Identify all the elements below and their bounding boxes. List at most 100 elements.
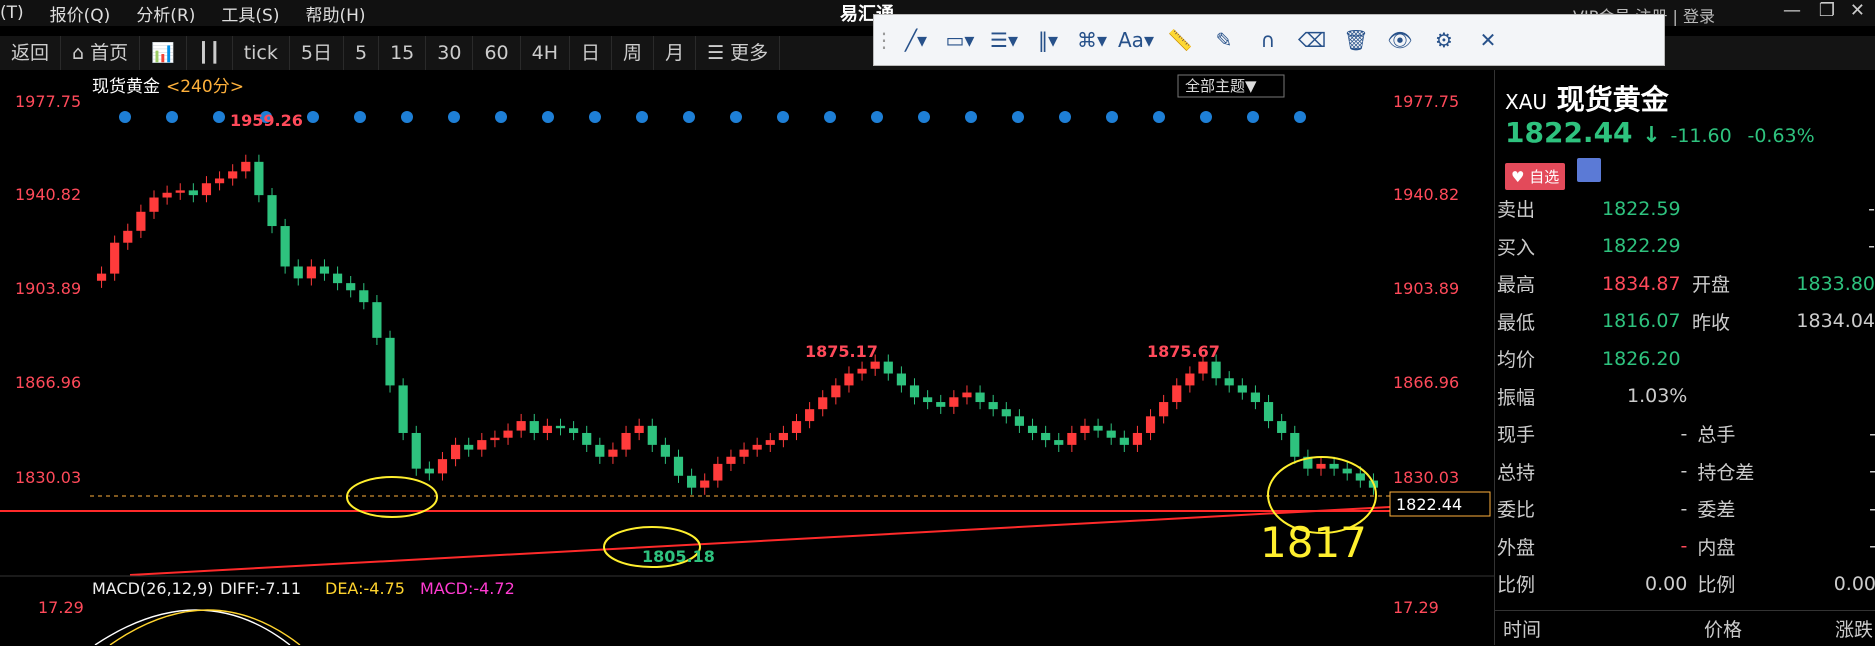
toolbar-week[interactable]: 周 [612, 36, 655, 70]
toolbar-4h[interactable]: 4H [521, 36, 571, 70]
eye-icon[interactable]: 👁 [1381, 21, 1419, 59]
pattern-icon[interactable]: ⌘▾ [1073, 21, 1111, 59]
eraser-icon[interactable]: ⌫ [1293, 21, 1331, 59]
close-icon[interactable]: ✕ [1469, 21, 1507, 59]
candle-body [595, 444, 605, 457]
menu-item-help[interactable]: 帮助(H) [305, 1, 365, 26]
candlestick-chart[interactable]: 现货黄金 <240分> 全部主题▼ 1977.75 1940.82 1903.8… [0, 70, 1494, 645]
event-dot[interactable] [166, 111, 178, 123]
event-dot[interactable] [918, 111, 930, 123]
event-dot[interactable] [448, 111, 460, 123]
window-close-icon[interactable]: ✕ [1850, 0, 1865, 21]
candle-body [1014, 416, 1025, 426]
candle-body [726, 456, 736, 464]
magnet-icon[interactable]: ∩ [1249, 21, 1287, 59]
pen-icon[interactable]: ✎ [1205, 21, 1243, 59]
candle-body [1198, 361, 1208, 374]
event-dot[interactable] [965, 111, 977, 123]
candle-body [857, 368, 867, 374]
trash-icon[interactable]: 🗑 [1337, 21, 1375, 59]
event-dot[interactable] [542, 111, 554, 123]
line-icon[interactable]: ╱▾ [897, 21, 935, 59]
event-dot[interactable] [636, 111, 648, 123]
toolbar-month[interactable]: 月 [654, 36, 697, 70]
candle-body [608, 449, 618, 457]
menu-item-tools[interactable]: 工具(S) [221, 1, 279, 26]
event-dot[interactable] [1106, 111, 1118, 123]
event-dot[interactable] [824, 111, 836, 123]
macd-tick-left: 17.29 [38, 598, 84, 617]
candle-body [437, 459, 448, 474]
quote-code: XAU [1505, 90, 1548, 114]
text-tool-icon[interactable]: Aa ▾ [1117, 21, 1155, 59]
toolbar-back[interactable]: 返回 [0, 36, 62, 70]
toolbar-30[interactable]: 30 [426, 36, 474, 70]
bars-icon[interactable]: ‖▾ [1029, 21, 1067, 59]
menu-item-quote[interactable]: 报价(Q) [50, 1, 111, 26]
gear-icon[interactable]: ⚙ [1425, 21, 1463, 59]
event-dot[interactable] [119, 111, 131, 123]
row-label-2: 昨收 [1692, 311, 1731, 334]
row-label-2: 内盘 [1697, 536, 1736, 559]
event-dot[interactable] [213, 111, 225, 123]
y-left-4: 1830.03 [15, 468, 81, 487]
drag-handle-icon[interactable]: ⋮ [874, 21, 894, 59]
favorite-label: 自选 [1529, 168, 1560, 186]
quote-name: 现货黄金 [1556, 83, 1669, 116]
row-value: 1816.07 [1602, 310, 1681, 333]
row-label: 委比 [1497, 499, 1536, 522]
event-dot[interactable] [1294, 111, 1306, 123]
bell-icon[interactable] [1576, 158, 1601, 182]
event-dot[interactable] [1059, 111, 1071, 123]
candle-body [280, 226, 290, 267]
bar-chart-icon[interactable]: 📊 [140, 36, 187, 70]
toolbar-5day[interactable]: 5日 [290, 36, 344, 70]
label-high-1959: 1959.26 [230, 111, 303, 130]
event-dot[interactable] [589, 111, 601, 123]
toolbar-tick[interactable]: tick [233, 36, 290, 70]
candle-body [267, 195, 277, 227]
candle-body [136, 211, 146, 231]
candle-body [1290, 432, 1300, 457]
candle-body [464, 444, 474, 450]
candle-body [411, 432, 421, 469]
chart-period: <240分> [166, 77, 244, 97]
event-dot[interactable] [495, 111, 507, 123]
row-label: 振幅 [1497, 386, 1536, 409]
menu-item-t[interactable]: (T) [0, 3, 24, 23]
candle-body [424, 468, 434, 474]
toolbar-more[interactable]: ☰ 更多 [696, 36, 781, 70]
toolbar-home[interactable]: ⌂ 首页 [61, 36, 141, 70]
candlestick-icon[interactable]: ┃┃ [187, 36, 233, 70]
theme-button[interactable]: 全部主题▼ [1185, 77, 1257, 95]
event-dot[interactable] [871, 111, 883, 123]
toolbar-60[interactable]: 60 [473, 36, 521, 70]
favorite-button[interactable]: ♥ 自选 [1505, 163, 1566, 190]
event-dot[interactable] [1153, 111, 1165, 123]
toolbar-15[interactable]: 15 [379, 36, 427, 70]
event-dot[interactable] [1247, 111, 1259, 123]
event-dot[interactable] [307, 111, 319, 123]
event-dot[interactable] [683, 111, 695, 123]
window-restore-icon[interactable]: ❐ [1819, 0, 1835, 21]
event-dot[interactable] [401, 111, 413, 123]
menu-item-analysis[interactable]: 分析(R) [136, 1, 195, 26]
quote-row: 外盘-内盘- [1495, 528, 1875, 566]
toolbar-home-label: 首页 [90, 42, 129, 64]
event-dot[interactable] [1012, 111, 1024, 123]
row-value-2: - [1790, 460, 1875, 482]
event-dot[interactable] [1200, 111, 1212, 123]
fib-icon[interactable]: ☰▾ [985, 21, 1023, 59]
ruler-icon[interactable]: 📏 [1161, 21, 1199, 59]
candle-body [1329, 463, 1339, 469]
toolbar-5[interactable]: 5 [344, 36, 380, 70]
event-dot[interactable] [777, 111, 789, 123]
event-dot[interactable] [354, 111, 366, 123]
event-dot[interactable] [730, 111, 742, 123]
rect-icon[interactable]: ▭▾ [941, 21, 979, 59]
candle-body [962, 392, 972, 398]
window-minimize-icon[interactable]: — [1783, 0, 1801, 21]
candle-body [1185, 373, 1195, 386]
toolbar-day[interactable]: 日 [570, 36, 613, 70]
list-icon: ☰ [707, 42, 725, 64]
